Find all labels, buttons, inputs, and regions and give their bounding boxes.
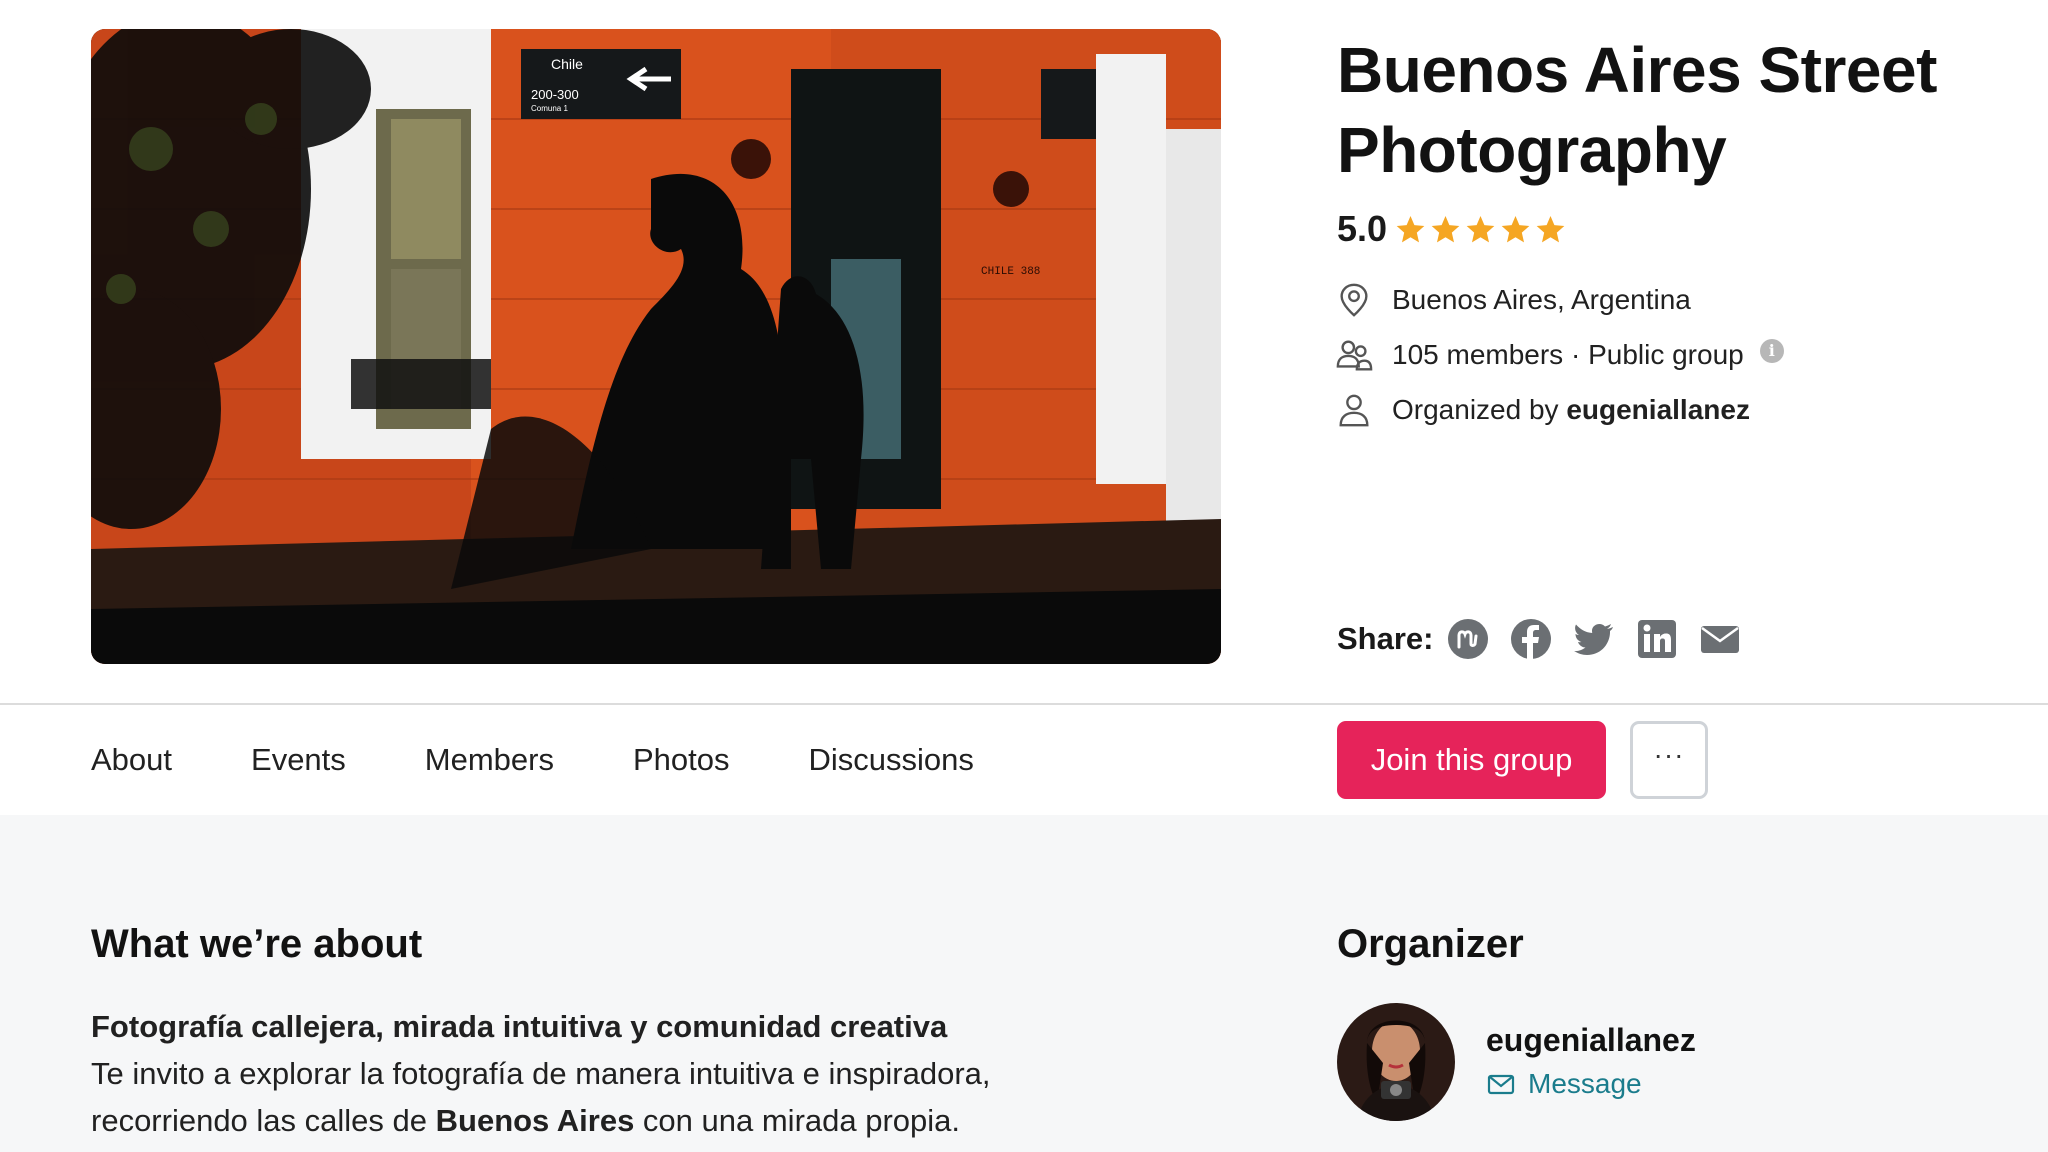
members-icon: [1334, 335, 1374, 375]
about-line-1: Te invito a explorar la fotografía de ma…: [91, 1056, 991, 1091]
star-icon: [1431, 215, 1460, 242]
star-icon: [1396, 215, 1425, 242]
members-text[interactable]: 105 members · Public group: [1392, 339, 1744, 371]
members-row: 105 members · Public group i: [1334, 327, 2017, 382]
tab-events[interactable]: Events: [251, 742, 346, 778]
tab-members[interactable]: Members: [425, 742, 554, 778]
message-label: Message: [1528, 1068, 1642, 1099]
twitter-icon[interactable]: [1573, 618, 1615, 660]
sign-street-text: Chile: [551, 56, 583, 72]
envelope-icon: [1487, 1074, 1515, 1095]
location-pin-icon: [1334, 280, 1374, 320]
share-row: Share:: [1337, 618, 1762, 660]
organizer-avatar[interactable]: [1337, 1003, 1455, 1121]
organizer-row: Organized by eugeniallanez: [1337, 382, 2017, 437]
sign-sub-text: Comuna 1: [531, 104, 568, 113]
share-label: Share:: [1337, 621, 1434, 656]
about-description: Fotografía callejera, mirada intuitiva y…: [91, 1003, 1191, 1144]
star-icon: [1501, 215, 1530, 242]
star-icon: [1466, 215, 1495, 242]
wall-plate-text: CHILE 388: [981, 266, 1040, 278]
organizer-heading: Organizer: [1337, 922, 1524, 966]
group-info: Buenos Aires Street Photography 5.0 Buen…: [1334, 30, 2017, 437]
about-subtitle: Fotografía callejera, mirada intuitiva y…: [91, 1009, 948, 1044]
location-text: Buenos Aires, Argentina: [1392, 283, 1691, 315]
tab-discussions[interactable]: Discussions: [809, 742, 974, 778]
star-icon: [1536, 215, 1565, 242]
email-icon[interactable]: [1699, 618, 1741, 660]
rating-stars: [1395, 214, 1566, 245]
rating-value: 5.0: [1337, 208, 1388, 249]
about-line-2: recorriendo las calles de Buenos Aires c…: [91, 1097, 1191, 1144]
join-group-button[interactable]: Join this group: [1337, 721, 1606, 799]
tab-photos[interactable]: Photos: [633, 742, 730, 778]
about-line-2-suffix: con una mirada propia.: [634, 1103, 961, 1138]
group-meta-list: Buenos Aires, Argentina 105 members · Pu…: [1334, 272, 2017, 437]
organizer-link[interactable]: eugeniallanez: [1566, 394, 1750, 426]
message-organizer-link[interactable]: Message: [1486, 1068, 1642, 1100]
street-photo-illustration: Chile 200-300 Comuna 1 CHILE 388: [91, 29, 1221, 664]
linkedin-icon[interactable]: [1636, 618, 1678, 660]
organizer-name[interactable]: eugeniallanez: [1486, 1022, 1696, 1059]
location-row: Buenos Aires, Argentina: [1337, 272, 2017, 327]
tab-about[interactable]: About: [91, 742, 172, 778]
sign-number-text: 200-300: [531, 87, 579, 102]
organized-by-prefix: Organized by: [1392, 393, 1567, 425]
group-tabs: About Events Members Photos Discussions: [91, 705, 1053, 815]
rating-row: 5.0: [1337, 208, 2017, 250]
about-line-2-prefix: recorriendo las calles de: [91, 1103, 436, 1138]
facebook-icon[interactable]: [1510, 618, 1552, 660]
person-icon: [1334, 390, 1374, 430]
about-line-2-bold: Buenos Aires: [435, 1103, 635, 1138]
group-title: Buenos Aires Street Photography: [1337, 34, 1937, 186]
meetup-icon[interactable]: [1447, 618, 1489, 660]
info-icon[interactable]: i: [1759, 338, 1784, 363]
about-heading: What we’re about: [91, 922, 423, 966]
more-options-button[interactable]: ···: [1630, 721, 1708, 799]
group-cover-photo: Chile 200-300 Comuna 1 CHILE 388: [91, 29, 1221, 664]
group-details-section: What we’re about Fotografía callejera, m…: [0, 815, 2048, 1152]
